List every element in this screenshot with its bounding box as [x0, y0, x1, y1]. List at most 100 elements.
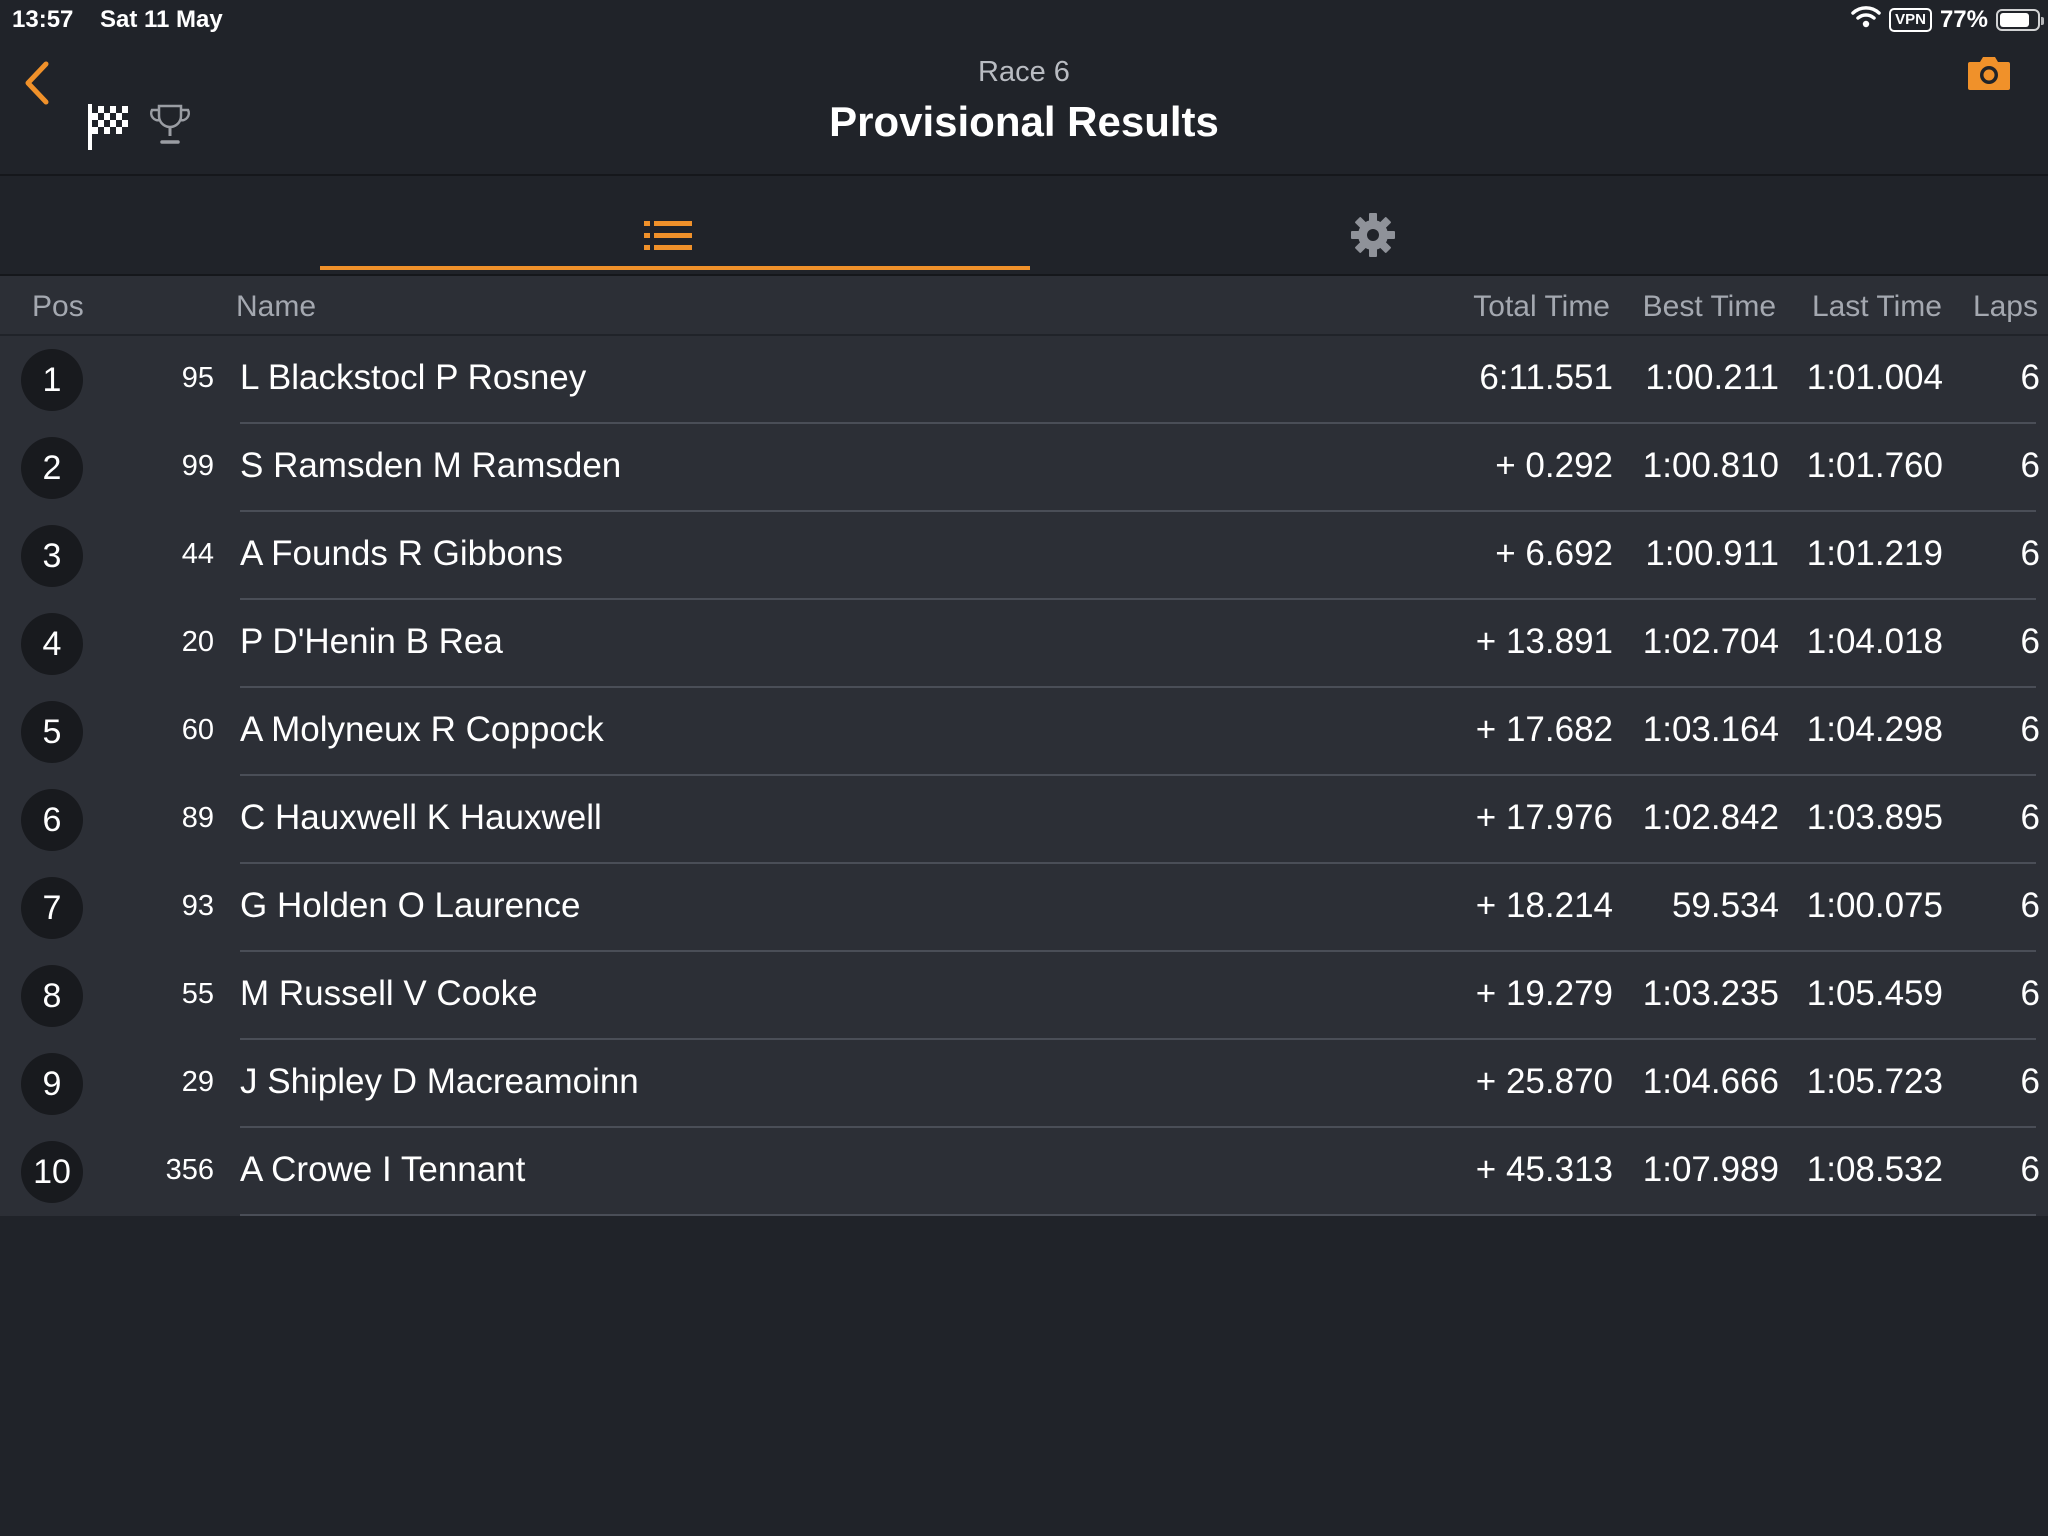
position-badge: 5 — [21, 701, 83, 763]
position-badge: 1 — [21, 349, 83, 411]
status-time: 13:57 — [12, 6, 74, 33]
car-number: 99 — [181, 450, 214, 482]
best-time: 1:03.235 — [1642, 974, 1779, 1013]
table-row[interactable]: 7 93 G Holden O Laurence + 18.214 59.534… — [0, 864, 2048, 952]
laps: 6 — [2020, 886, 2040, 925]
total-time: + 17.682 — [1475, 710, 1613, 749]
car-number: 93 — [181, 890, 214, 922]
position-badge: 10 — [21, 1141, 83, 1203]
best-time: 1:07.989 — [1642, 1150, 1779, 1189]
laps: 6 — [2020, 1150, 2040, 1189]
tab-settings[interactable] — [1350, 212, 1396, 263]
car-number: 29 — [181, 1066, 214, 1098]
car-number: 60 — [181, 714, 214, 746]
col-best-time: Best Time — [1642, 290, 1776, 323]
status-bar: 13:57 Sat 11 May VPN 77% — [0, 0, 2048, 40]
best-time: 1:02.842 — [1642, 798, 1779, 837]
car-number: 44 — [181, 538, 214, 570]
last-time: 1:01.004 — [1806, 358, 1943, 397]
table-row[interactable]: 6 89 C Hauxwell K Hauxwell + 17.976 1:02… — [0, 776, 2048, 864]
driver-names: A Molyneux R Coppock — [240, 710, 604, 749]
table-row[interactable]: 8 55 M Russell V Cooke + 19.279 1:03.235… — [0, 952, 2048, 1040]
total-time: + 19.279 — [1475, 974, 1613, 1013]
driver-names: A Founds R Gibbons — [240, 534, 563, 573]
table-row[interactable]: 3 44 A Founds R Gibbons + 6.692 1:00.911… — [0, 512, 2048, 600]
driver-names: L Blackstocl P Rosney — [240, 358, 587, 397]
best-time: 1:00.810 — [1642, 446, 1779, 485]
total-time: + 6.692 — [1495, 534, 1613, 573]
position-badge: 9 — [21, 1053, 83, 1115]
position-badge: 7 — [21, 877, 83, 939]
results-table-header: Pos Name Total Time Best Time Last Time … — [0, 276, 2048, 334]
total-time: + 0.292 — [1495, 446, 1613, 485]
car-number: 95 — [181, 362, 214, 394]
driver-names: J Shipley D Macreamoinn — [240, 1062, 639, 1101]
best-time: 1:03.164 — [1642, 710, 1779, 749]
driver-names: S Ramsden M Ramsden — [240, 446, 622, 485]
position-badge: 8 — [21, 965, 83, 1027]
laps: 6 — [2020, 798, 2040, 837]
table-row[interactable]: 2 99 S Ramsden M Ramsden + 0.292 1:00.81… — [0, 424, 2048, 512]
col-total-time: Total Time — [1473, 290, 1610, 323]
status-right: VPN 77% — [1851, 5, 2044, 36]
best-time: 1:00.911 — [1645, 534, 1779, 573]
driver-names: C Hauxwell K Hauxwell — [240, 798, 602, 837]
best-time: 1:02.704 — [1642, 622, 1779, 661]
laps: 6 — [2020, 710, 2040, 749]
race-subtitle: Race 6 — [978, 56, 1070, 88]
camera-icon — [1968, 57, 2010, 90]
col-pos: Pos — [32, 290, 84, 323]
last-time: 1:01.760 — [1806, 446, 1943, 485]
laps: 6 — [2020, 622, 2040, 661]
last-time: 1:04.298 — [1806, 710, 1943, 749]
driver-names: M Russell V Cooke — [240, 974, 538, 1013]
tab-results-list[interactable] — [320, 176, 1030, 272]
total-time: 6:11.551 — [1479, 358, 1613, 397]
table-row[interactable]: 4 20 P D'Henin B Rea + 13.891 1:02.704 1… — [0, 600, 2048, 688]
laps: 6 — [2020, 974, 2040, 1013]
table-row[interactable]: 5 60 A Molyneux R Coppock + 17.682 1:03.… — [0, 688, 2048, 776]
best-time: 59.534 — [1671, 886, 1779, 925]
battery-percent: 77% — [1939, 6, 1988, 33]
total-time: + 25.870 — [1475, 1062, 1613, 1101]
total-time: + 18.214 — [1475, 886, 1613, 925]
car-number: 89 — [181, 802, 214, 834]
car-number: 20 — [181, 626, 214, 658]
table-row[interactable]: 10 356 A Crowe I Tennant + 45.313 1:07.9… — [0, 1128, 2048, 1216]
total-time: + 45.313 — [1475, 1150, 1613, 1189]
gear-icon — [1351, 213, 1395, 257]
driver-names: P D'Henin B Rea — [240, 622, 503, 661]
results-table-body: 1 95 L Blackstocl P Rosney 6:11.551 1:00… — [0, 336, 2048, 1216]
position-badge: 6 — [21, 789, 83, 851]
laps: 6 — [2020, 534, 2040, 573]
page-title: Provisional Results — [829, 98, 1219, 145]
vpn-badge: VPN — [1889, 8, 1932, 32]
position-badge: 4 — [21, 613, 83, 675]
last-time: 1:01.219 — [1806, 534, 1943, 573]
driver-names: G Holden O Laurence — [240, 886, 581, 925]
table-row[interactable]: 9 29 J Shipley D Macreamoinn + 25.870 1:… — [0, 1040, 2048, 1128]
driver-names: A Crowe I Tennant — [240, 1150, 526, 1189]
laps: 6 — [2020, 1062, 2040, 1101]
list-icon — [644, 221, 692, 250]
active-tab-indicator — [320, 266, 1030, 270]
last-time: 1:04.018 — [1806, 622, 1943, 661]
tab-bar — [0, 176, 2048, 276]
laps: 6 — [2020, 358, 2040, 397]
last-time: 1:05.723 — [1806, 1062, 1943, 1101]
last-time: 1:08.532 — [1806, 1150, 1943, 1189]
total-time: + 13.891 — [1475, 622, 1613, 661]
car-number: 55 — [181, 978, 214, 1010]
table-row[interactable]: 1 95 L Blackstocl P Rosney 6:11.551 1:00… — [0, 336, 2048, 424]
col-name: Name — [236, 290, 317, 323]
best-time: 1:04.666 — [1642, 1062, 1779, 1101]
col-laps: Laps — [1972, 290, 2038, 323]
wifi-icon — [1851, 5, 1881, 36]
total-time: + 17.976 — [1475, 798, 1613, 837]
col-last-time: Last Time — [1811, 290, 1942, 323]
header: Race 6 Provisional Results — [0, 40, 2048, 176]
last-time: 1:00.075 — [1806, 886, 1943, 925]
laps: 6 — [2020, 446, 2040, 485]
car-number: 356 — [165, 1154, 214, 1186]
camera-button[interactable] — [1966, 54, 2012, 97]
